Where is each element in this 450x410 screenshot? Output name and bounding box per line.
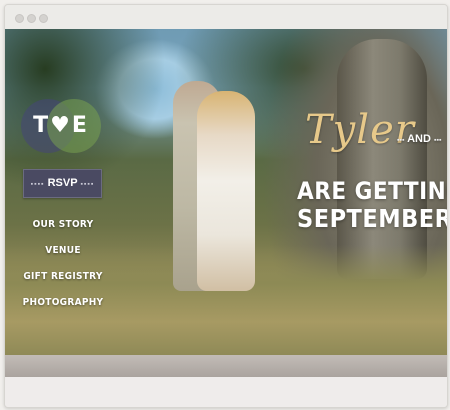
hero-photo: T♥E ▪▪▪▪ RSVP ▪▪▪▪ OUR STORY VENUE GIFT …: [5, 29, 447, 355]
window-chrome: [5, 5, 447, 29]
bride-figure: [197, 91, 255, 291]
tree-trunk: [337, 39, 427, 279]
nav-item-gift-registry[interactable]: GIFT REGISTRY: [5, 271, 121, 282]
minimize-dot[interactable]: [27, 14, 36, 23]
footer-bar: [5, 355, 447, 377]
rsvp-deco-left: ▪▪▪▪: [30, 181, 45, 188]
nav-item-photography[interactable]: PHOTOGRAPHY: [5, 297, 121, 308]
site-logo[interactable]: T♥E: [21, 99, 101, 153]
logo-monogram: T♥E: [33, 113, 89, 138]
nav-item-our-story[interactable]: OUR STORY: [5, 219, 121, 230]
headline-getting-married: ARE GETTING M: [297, 177, 447, 205]
maximize-dot[interactable]: [39, 14, 48, 23]
rsvp-label: RSVP: [47, 177, 78, 189]
and-deco-right: ▪▪▪: [434, 137, 442, 144]
and-text: AND: [407, 133, 431, 145]
nav-item-venue[interactable]: VENUE: [5, 245, 121, 256]
rsvp-button[interactable]: ▪▪▪▪ RSVP ▪▪▪▪: [23, 169, 102, 198]
browser-window: T♥E ▪▪▪▪ RSVP ▪▪▪▪ OUR STORY VENUE GIFT …: [4, 4, 448, 408]
rsvp-deco-right: ▪▪▪▪: [80, 181, 95, 188]
headline-date: SEPTEMBER 4: [297, 204, 447, 233]
footer-area: [5, 377, 447, 407]
groom-name-script: Tyler: [305, 107, 415, 153]
close-dot[interactable]: [15, 14, 24, 23]
and-label: ▪▪▪ AND ▪▪▪: [397, 133, 441, 145]
and-deco-left: ▪▪▪: [397, 137, 405, 144]
